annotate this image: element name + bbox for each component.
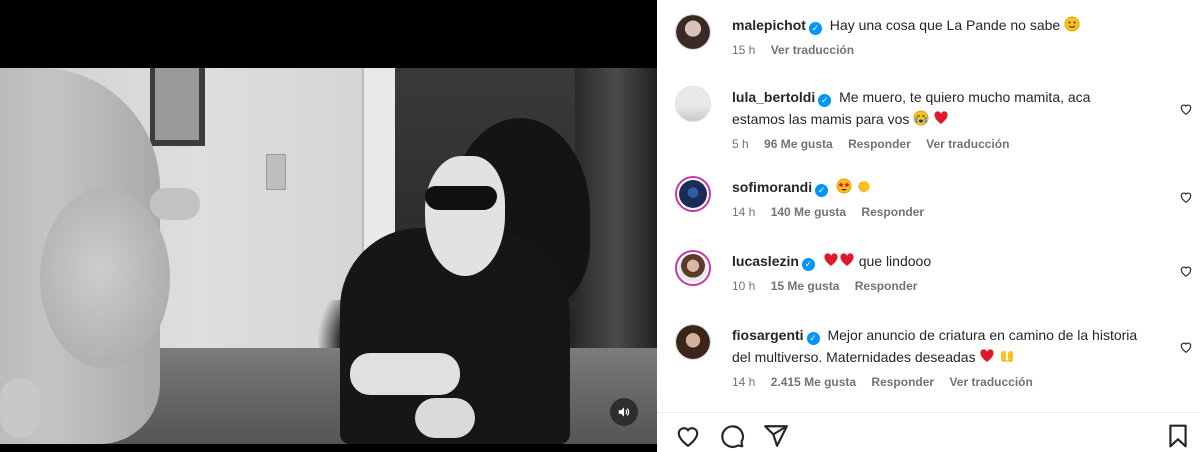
verified-badge-icon: ✓ [815, 184, 829, 197]
heart-outline-icon[interactable] [1179, 340, 1193, 354]
heart-outline-icon[interactable] [675, 423, 701, 449]
red-heart-icon [980, 349, 995, 362]
comment-username[interactable]: fiosargenti [732, 327, 804, 343]
comment-time[interactable]: 14 h [732, 205, 755, 219]
paper-plane-icon[interactable] [763, 423, 789, 449]
reply-button[interactable]: Responder [855, 279, 918, 293]
red-heart-icon [934, 111, 948, 124]
crying-face-icon [913, 110, 929, 126]
comment-username[interactable]: sofimorandi [732, 179, 812, 195]
raising-hands-icon [1001, 351, 1014, 362]
post-action-bar [657, 412, 1200, 452]
avatar[interactable] [675, 176, 711, 212]
translate-link[interactable]: Ver traducción [926, 137, 1009, 151]
translate-link[interactable]: Ver traducción [771, 43, 854, 57]
avatar[interactable] [675, 14, 711, 50]
comment-text: que lindooo [858, 253, 932, 269]
heart-outline-icon[interactable] [1179, 102, 1193, 116]
mute-toggle-button[interactable] [610, 398, 638, 426]
slightly-smiling-face-icon [1064, 16, 1080, 32]
red-heart-icon [824, 253, 838, 266]
red-heart-icon [840, 253, 854, 266]
clapping-hands-icon [858, 181, 870, 193]
avatar[interactable] [675, 86, 711, 122]
comment-likes[interactable]: 2.415 Me gusta [771, 375, 856, 389]
comment-username[interactable]: lucaslezin [732, 253, 799, 269]
verified-badge-icon: ✓ [806, 332, 820, 345]
star-struck-icon [836, 178, 852, 194]
reply-button[interactable]: Responder [861, 205, 924, 219]
comment-time[interactable]: 5 h [732, 137, 749, 151]
verified-badge-icon: ✓ [818, 94, 832, 107]
comment-time[interactable]: 10 h [732, 279, 755, 293]
avatar[interactable] [675, 324, 711, 360]
comment-time[interactable]: 14 h [732, 375, 755, 389]
translate-link[interactable]: Ver traducción [949, 375, 1032, 389]
reply-button[interactable]: Responder [871, 375, 934, 389]
heart-outline-icon[interactable] [1179, 190, 1193, 204]
heart-outline-icon[interactable] [1179, 264, 1193, 278]
verified-badge-icon: ✓ [801, 258, 815, 271]
comment-likes[interactable]: 15 Me gusta [771, 279, 840, 293]
comment-likes[interactable]: 96 Me gusta [764, 137, 833, 151]
author-username[interactable]: malepichot [732, 17, 806, 33]
avatar[interactable] [675, 250, 711, 286]
comments-panel: malepichot ✓ Hay una cosa que La Pande no… [657, 0, 1200, 452]
reply-button[interactable]: Responder [848, 137, 911, 151]
verified-badge-icon: ✓ [808, 22, 822, 35]
caption-time[interactable]: 15 h [732, 43, 755, 57]
post-media-video[interactable] [0, 0, 657, 452]
speaker-icon [618, 407, 630, 417]
comment-bubble-icon[interactable] [719, 423, 745, 449]
video-frame [0, 68, 657, 444]
comment-likes[interactable]: 140 Me gusta [771, 205, 846, 219]
bookmark-icon[interactable] [1165, 423, 1191, 449]
caption-text: Hay una cosa que La Pande no sabe [829, 17, 1061, 33]
comment-username[interactable]: lula_bertoldi [732, 89, 815, 105]
